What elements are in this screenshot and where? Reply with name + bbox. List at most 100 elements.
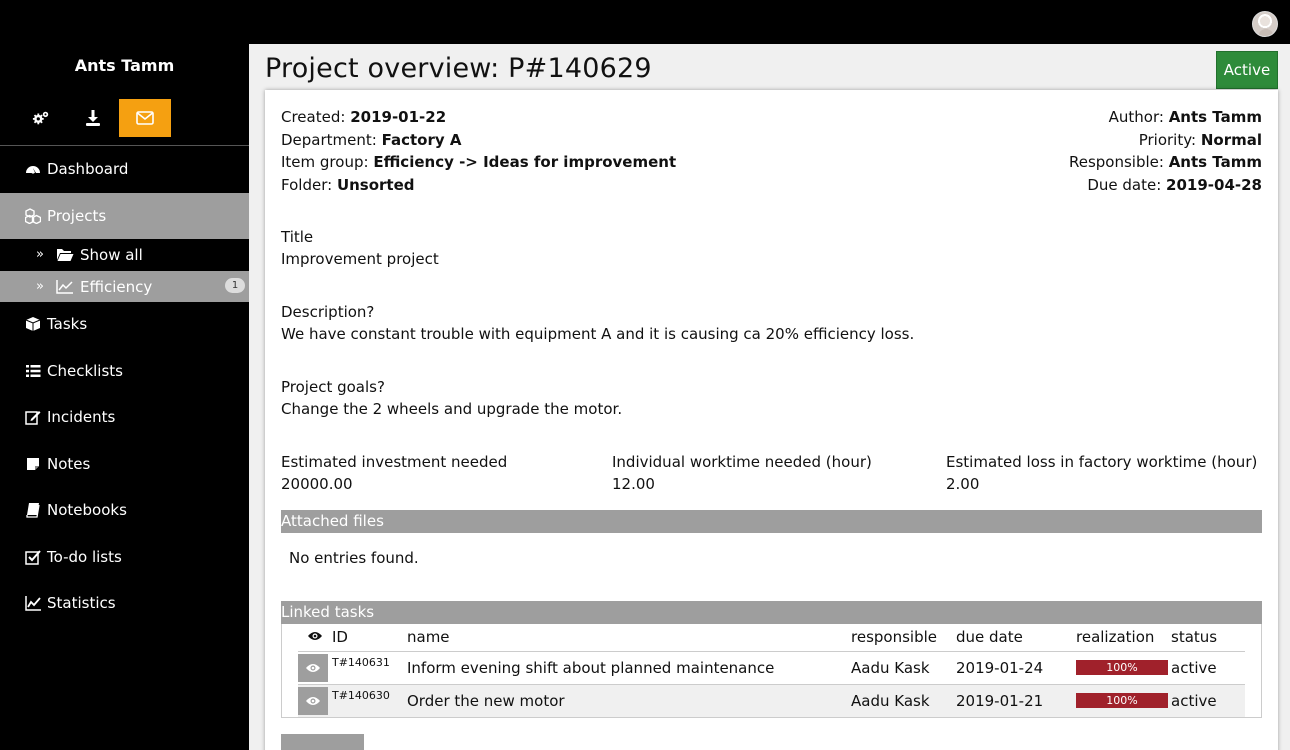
column-header-due-date[interactable]: due date	[956, 624, 1076, 652]
nav-notes[interactable]: Notes	[0, 441, 249, 487]
sub-item-efficiency[interactable]: » Efficiency 1	[0, 271, 249, 302]
nav-label: Tasks	[47, 315, 88, 333]
back-button[interactable]	[281, 734, 364, 750]
eye-icon	[305, 662, 321, 674]
status-badge[interactable]: Active	[1216, 51, 1278, 89]
nav-label: Checklists	[47, 362, 123, 380]
view-task-button[interactable]	[298, 686, 328, 715]
nav-notebooks[interactable]: Notebooks	[0, 487, 249, 533]
task-status: active	[1171, 651, 1245, 685]
gears-icon	[32, 109, 50, 127]
view-cell	[298, 684, 332, 718]
eye-icon	[307, 630, 323, 642]
view-task-button[interactable]	[298, 653, 328, 682]
task-id[interactable]: T#140631	[332, 651, 407, 685]
meta-right: Author: Ants Tamm Priority: Normal Respo…	[1069, 106, 1262, 197]
estimate-value: 20000.00	[281, 475, 353, 493]
task-status: active	[1171, 684, 1245, 718]
view-cell	[298, 651, 332, 685]
meta-value: 2019-01-22	[350, 108, 447, 126]
field-goals: Project goals? Change the 2 wheels and u…	[281, 376, 622, 420]
nav-todo-lists[interactable]: To-do lists	[0, 534, 249, 580]
column-header-id[interactable]: ID	[332, 624, 407, 652]
linked-tasks-table: ID name responsible due date realization…	[298, 624, 1245, 718]
count-badge: 1	[225, 278, 245, 293]
meta-value: Factory A	[381, 130, 462, 149]
nav-label: Incidents	[47, 408, 116, 426]
estimate-value: 12.00	[612, 475, 655, 493]
table-row[interactable]: T#140631 Inform evening shift about plan…	[298, 651, 1245, 685]
folder-open-icon	[56, 247, 74, 263]
meta-label: Folder:	[281, 176, 333, 195]
field-label: Project goals?	[281, 378, 385, 396]
estimate-factory-loss: Estimated loss in factory worktime (hour…	[946, 451, 1257, 495]
download-button[interactable]	[67, 99, 119, 137]
dashboard-icon	[24, 160, 42, 178]
sticky-note-icon	[24, 455, 42, 473]
double-chevron-icon: »	[36, 279, 44, 294]
meta-label: Due date:	[1087, 176, 1162, 195]
meta-created: Created: 2019-01-22	[281, 106, 676, 129]
nav-dashboard[interactable]: Dashboard	[0, 146, 249, 192]
meta-priority: Priority: Normal	[1069, 129, 1262, 152]
envelope-icon	[136, 109, 154, 127]
table-row[interactable]: T#140630 Order the new motor Aadu Kask 2…	[298, 684, 1245, 718]
cubes-icon	[24, 207, 42, 225]
task-due-date: 2019-01-24	[956, 651, 1076, 685]
task-responsible: Aadu Kask	[851, 684, 956, 718]
nav-tasks[interactable]: Tasks	[0, 301, 249, 347]
check-square-icon	[24, 548, 42, 566]
main-content: Project overview: P#140629 Active Create…	[249, 44, 1290, 750]
nav-incidents[interactable]: Incidents	[0, 394, 249, 440]
nav-checklists[interactable]: Checklists	[0, 348, 249, 394]
task-name[interactable]: Order the new motor	[407, 684, 851, 718]
column-header-realization[interactable]: realization	[1076, 624, 1171, 652]
meta-label: Priority:	[1138, 130, 1197, 149]
field-label: Description?	[281, 303, 375, 321]
column-header-status[interactable]: status	[1171, 624, 1245, 652]
files-empty-message: No entries found.	[289, 549, 419, 567]
user-avatar[interactable]	[1252, 11, 1278, 37]
cube-icon	[24, 315, 42, 333]
project-card: Created: 2019-01-22 Department: Factory …	[265, 90, 1278, 750]
column-header-responsible[interactable]: responsible	[851, 624, 956, 652]
meta-value: Normal	[1200, 130, 1262, 149]
task-name[interactable]: Inform evening shift about planned maint…	[407, 651, 851, 685]
meta-value: Unsorted	[336, 176, 415, 195]
task-due-date: 2019-01-21	[956, 684, 1076, 718]
meta-value: Efficiency -> Ideas for improvement	[373, 153, 677, 172]
meta-value: 2019-04-28	[1166, 176, 1262, 195]
sidebar-username: Ants Tamm	[74, 56, 175, 75]
edit-icon	[24, 408, 42, 426]
meta-label: Item group:	[281, 153, 369, 172]
messages-button[interactable]	[119, 99, 171, 137]
meta-folder: Folder: Unsorted	[281, 174, 676, 197]
sidebar-tools	[15, 99, 171, 137]
task-realization: 100%	[1076, 651, 1171, 685]
download-icon	[84, 109, 102, 127]
estimate-label: Estimated loss in factory worktime (hour…	[946, 453, 1258, 471]
estimate-label: Individual worktime needed (hour)	[612, 453, 872, 471]
column-header-name[interactable]: name	[407, 624, 851, 652]
nav-label: Projects	[47, 207, 107, 225]
meta-item-group: Item group: Efficiency -> Ideas for impr…	[281, 151, 676, 174]
top-bar	[0, 0, 1290, 44]
estimate-value: 2.00	[946, 475, 980, 493]
linked-tasks-box: ID name responsible due date realization…	[281, 624, 1262, 718]
meta-label: Responsible:	[1068, 153, 1164, 172]
sub-item-show-all[interactable]: » Show all	[0, 239, 249, 270]
nav-projects[interactable]: Projects	[0, 193, 249, 239]
list-icon	[24, 362, 42, 380]
task-id[interactable]: T#140630	[332, 684, 407, 718]
nav-label: Notebooks	[47, 501, 127, 519]
field-title: Title Improvement project	[281, 226, 439, 270]
nav-statistics[interactable]: Statistics	[0, 580, 249, 626]
nav-label: Dashboard	[47, 160, 129, 178]
meta-due-date: Due date: 2019-04-28	[1069, 174, 1262, 197]
nav-label: To-do lists	[47, 548, 122, 566]
area-chart-icon	[56, 279, 74, 295]
settings-button[interactable]	[15, 99, 67, 137]
realization-progress-bar: 100%	[1076, 693, 1168, 708]
field-description: Description? We have constant trouble wi…	[281, 301, 914, 345]
linked-tasks-header: Linked tasks	[281, 601, 1262, 624]
